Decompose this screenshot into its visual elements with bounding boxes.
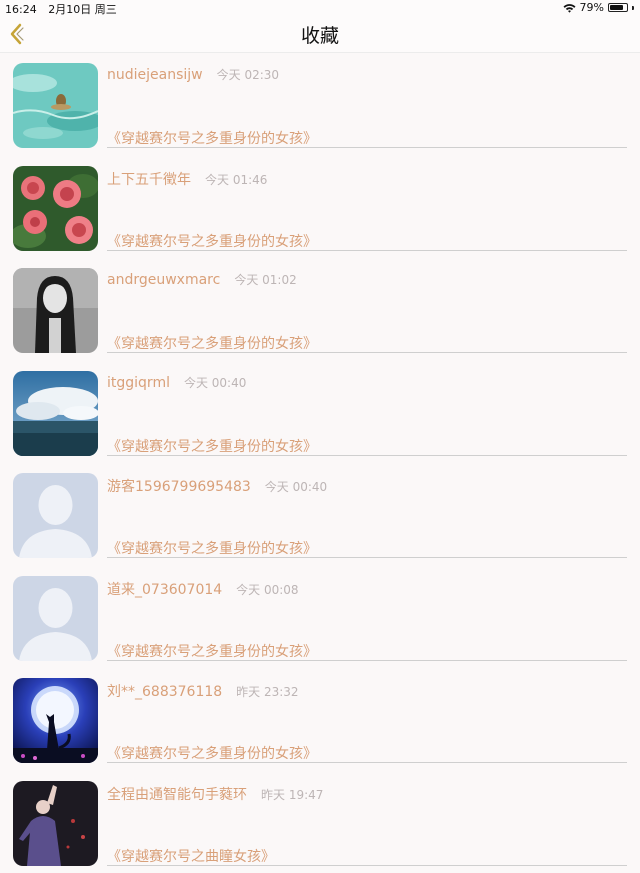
list-item[interactable]: 全程由通智能句手蕤环昨天 19:47 《穿越赛尔号之曲瞳女孩》 bbox=[0, 771, 640, 873]
wifi-icon bbox=[563, 3, 576, 13]
avatar[interactable] bbox=[13, 63, 98, 148]
status-right: 79% bbox=[563, 1, 634, 14]
divider bbox=[107, 455, 627, 456]
divider bbox=[107, 250, 627, 251]
book-title[interactable]: 《穿越赛尔号之多重身份的女孩》 bbox=[107, 128, 317, 148]
timestamp: 今天 02:30 bbox=[217, 68, 279, 82]
avatar[interactable] bbox=[13, 371, 98, 456]
username[interactable]: itggiqrml今天 00:40 bbox=[107, 374, 246, 391]
username[interactable]: nudiejeansijw今天 02:30 bbox=[107, 66, 279, 83]
divider bbox=[107, 352, 627, 353]
book-title[interactable]: 《穿越赛尔号之多重身份的女孩》 bbox=[107, 538, 317, 558]
username[interactable]: 游客1596799695483今天 00:40 bbox=[107, 476, 327, 496]
default-person-icon bbox=[13, 576, 98, 661]
divider bbox=[107, 660, 627, 661]
username[interactable]: 上下五千徵年今天 01:46 bbox=[107, 169, 267, 189]
book-title[interactable]: 《穿越赛尔号之多重身份的女孩》 bbox=[107, 231, 317, 251]
roses-photo-icon bbox=[13, 166, 98, 251]
status-bar: 16:24 2月10日 周三 79% bbox=[0, 0, 640, 16]
list-item[interactable]: 刘**_688376118昨天 23:32 《穿越赛尔号之多重身份的女孩》 bbox=[0, 668, 640, 771]
list-item[interactable]: 上下五千徵年今天 01:46 《穿越赛尔号之多重身份的女孩》 bbox=[0, 156, 640, 259]
water-photo-icon bbox=[13, 63, 98, 148]
avatar[interactable] bbox=[13, 268, 98, 353]
book-title[interactable]: 《穿越赛尔号之多重身份的女孩》 bbox=[107, 436, 317, 456]
status-left: 16:24 2月10日 周三 bbox=[5, 1, 125, 17]
username[interactable]: 刘**_688376118昨天 23:32 bbox=[107, 681, 299, 701]
divider bbox=[107, 865, 627, 866]
avatar[interactable] bbox=[13, 473, 98, 558]
avatar[interactable] bbox=[13, 576, 98, 661]
book-title[interactable]: 《穿越赛尔号之曲瞳女孩》 bbox=[107, 846, 275, 866]
divider bbox=[107, 762, 627, 763]
page-title: 收藏 bbox=[0, 21, 640, 48]
book-title[interactable]: 《穿越赛尔号之多重身份的女孩》 bbox=[107, 641, 317, 661]
username[interactable]: andrgeuwxmarc今天 01:02 bbox=[107, 271, 297, 288]
battery-tip bbox=[632, 6, 634, 10]
timestamp: 今天 01:46 bbox=[205, 173, 267, 187]
list-item[interactable]: itggiqrml今天 00:40 《穿越赛尔号之多重身份的女孩》 bbox=[0, 361, 640, 464]
list-item[interactable]: 游客1596799695483今天 00:40 《穿越赛尔号之多重身份的女孩》 bbox=[0, 463, 640, 566]
timestamp: 昨天 19:47 bbox=[261, 788, 323, 802]
avatar[interactable] bbox=[13, 678, 98, 763]
avatar[interactable] bbox=[13, 166, 98, 251]
list-item[interactable]: andrgeuwxmarc今天 01:02 《穿越赛尔号之多重身份的女孩》 bbox=[0, 258, 640, 361]
timestamp: 昨天 23:32 bbox=[236, 685, 298, 699]
timestamp: 今天 00:40 bbox=[265, 480, 327, 494]
book-title[interactable]: 《穿越赛尔号之多重身份的女孩》 bbox=[107, 333, 317, 353]
divider bbox=[107, 147, 627, 148]
divider bbox=[107, 557, 627, 558]
book-title[interactable]: 《穿越赛尔号之多重身份的女孩》 bbox=[107, 743, 317, 763]
timestamp: 今天 01:02 bbox=[234, 273, 296, 287]
nav-bar: 收藏 bbox=[0, 16, 640, 53]
cat-moon-photo-icon bbox=[13, 678, 98, 763]
timestamp: 今天 00:40 bbox=[184, 376, 246, 390]
status-time: 16:24 bbox=[5, 3, 37, 16]
sea-sky-photo-icon bbox=[13, 371, 98, 456]
list-item[interactable]: nudiejeansijw今天 02:30 《穿越赛尔号之多重身份的女孩》 bbox=[0, 53, 640, 156]
timestamp: 今天 00:08 bbox=[236, 583, 298, 597]
battery-percent: 79% bbox=[580, 1, 604, 14]
status-date: 2月10日 周三 bbox=[48, 3, 117, 16]
favorites-list: nudiejeansijw今天 02:30 《穿越赛尔号之多重身份的女孩》 上下… bbox=[0, 53, 640, 873]
girl-photo-icon bbox=[13, 268, 98, 353]
list-item[interactable]: 道来_073607014今天 00:08 《穿越赛尔号之多重身份的女孩》 bbox=[0, 566, 640, 669]
default-person-icon bbox=[13, 473, 98, 558]
username[interactable]: 道来_073607014今天 00:08 bbox=[107, 579, 299, 599]
username[interactable]: 全程由通智能句手蕤环昨天 19:47 bbox=[107, 784, 323, 804]
battery-icon bbox=[608, 3, 628, 12]
